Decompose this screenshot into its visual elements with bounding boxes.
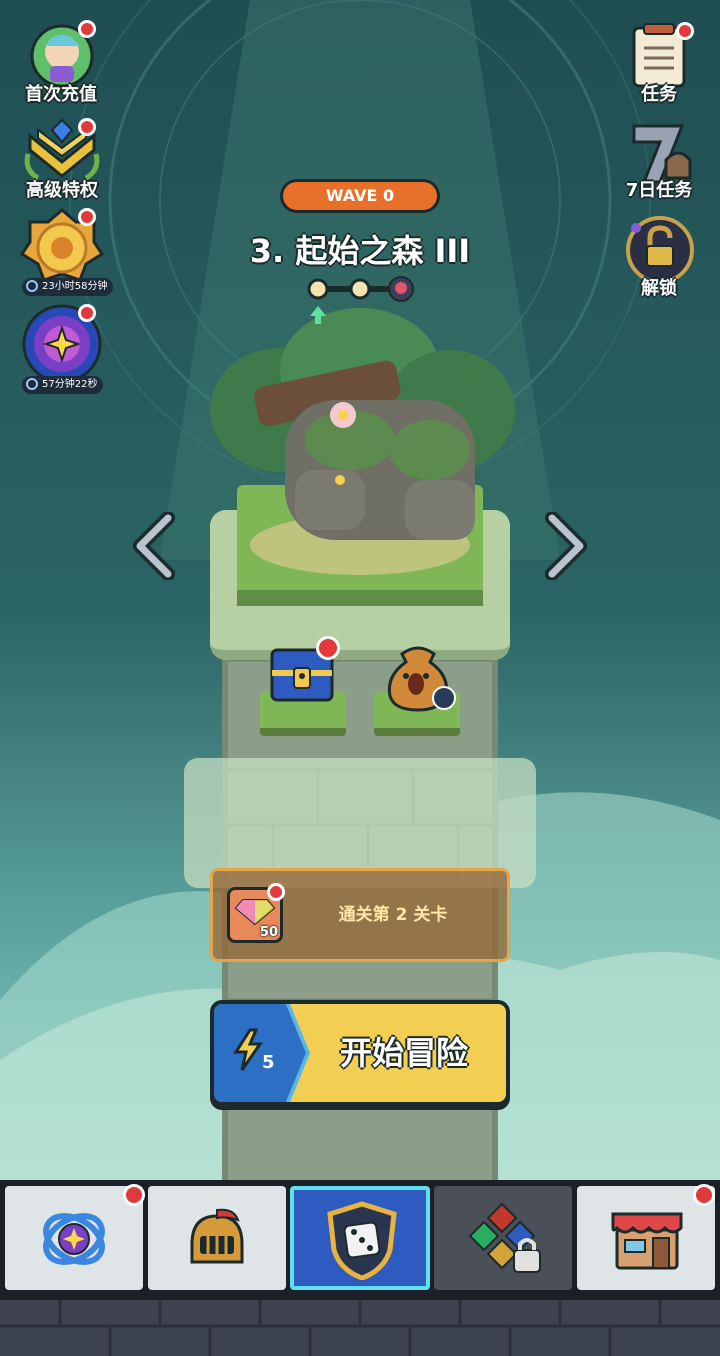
notification-dot [78,118,96,136]
blue-star-orbit-icon [43,1213,105,1265]
nav-tab-talent[interactable] [5,1184,145,1290]
first-recharge-button[interactable]: 首次充值 [20,18,100,105]
seven-day-quest-label: 7日任务 [625,180,693,201]
premium-privilege-label: 高级特权 [26,180,98,201]
nav-tab-battle[interactable] [290,1186,430,1290]
lightning-icon [233,1028,263,1071]
gem-count: 50 [259,925,278,940]
seven-day-quest-button[interactable]: 7日任务 [616,116,706,202]
gold-coin-bag-icon [387,646,456,712]
wave-pill: WAVE 0 [280,179,440,213]
event-timer: 23小时58分钟 [22,278,114,296]
next-stage-button[interactable] [540,512,592,580]
quest-label: 任务 [641,84,677,105]
start-adventure-button[interactable]: 5 开始冒险 [210,1000,510,1110]
boss-forest-platform [210,308,515,606]
dice-shield-icon [327,1201,397,1280]
event-timer: 57分钟22秒 [22,376,104,394]
unlock-label: 解锁 [641,278,677,299]
stage-title: 3. 起始之森 III [249,232,471,270]
clock-icon [26,280,38,292]
clock-icon [432,686,456,710]
notification-dot [78,208,96,226]
shop-stall-icon [611,1212,683,1270]
start-adventure-label: 开始冒险 [339,1034,468,1072]
energy-cost: 5 [262,1052,275,1073]
start-button-face: 5 开始冒险 [214,1004,506,1102]
portal-event-button[interactable]: 57分钟22秒 [20,304,106,396]
event-timer-text: 23小时58分钟 [42,281,108,292]
notification-dot [267,883,285,901]
progress-node [307,278,329,300]
stage-progress [307,276,414,324]
quest-button[interactable]: 任务 [620,18,700,105]
nav-tab-runes[interactable] [434,1186,572,1290]
reward-chest[interactable] [258,636,348,736]
gold-medal-event-button[interactable]: 23小时58分钟 [19,208,114,298]
unlock-button[interactable]: 解锁 [620,214,700,300]
notification-dot [78,20,96,38]
notification-dot [123,1184,145,1206]
clock-icon [26,378,38,390]
notification-dot [676,22,694,40]
premium-privilege-button[interactable]: 高级特权 [20,114,104,201]
wave-label: WAVE 0 [325,186,395,205]
event-timer-text: 57分钟22秒 [42,379,98,390]
skull-icon [388,276,414,302]
notification-dot [78,304,96,322]
knight-helmet-icon [190,1208,244,1264]
up-arrow-marker [310,306,326,324]
locked-gems-icon [468,1202,541,1273]
stone-floor-strip [0,1300,720,1356]
notification-dot [693,1184,715,1206]
notification-dot [316,636,340,660]
nav-tab-hero[interactable] [148,1186,286,1290]
reward-bag[interactable] [372,636,464,736]
floor-bricks [0,1300,720,1356]
progress-node [349,278,371,300]
lock-icon [513,1249,541,1273]
first-recharge-label: 首次充值 [25,84,97,105]
game-screen: 首次充值 高级特权 23小时58分钟 57分钟22秒 任务 7日任务 解锁 WA… [0,0,720,1356]
quest-banner-text: 通关第 2 关卡 [338,905,448,925]
quest-reward-banner[interactable]: 50 通关第 2 关卡 [210,868,510,962]
previous-stage-button[interactable] [128,512,180,580]
nav-tab-shop[interactable] [577,1184,715,1290]
